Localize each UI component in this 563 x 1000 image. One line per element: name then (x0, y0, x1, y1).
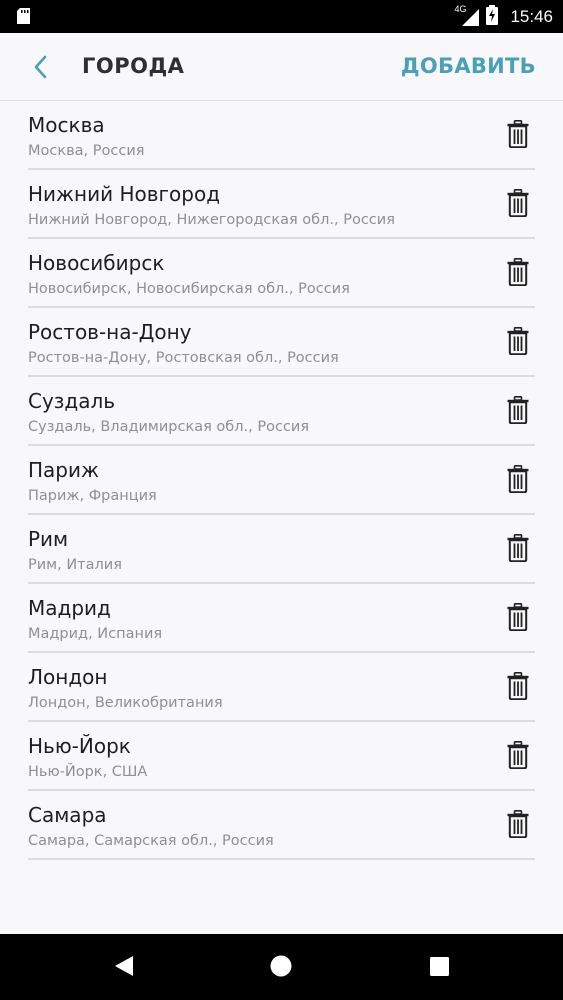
delete-button[interactable] (507, 810, 529, 839)
sd-card-icon (17, 8, 30, 28)
delete-button[interactable] (507, 534, 529, 563)
city-name: Лондон (28, 665, 108, 689)
city-detail: Рим, Италия (28, 557, 122, 573)
list-item[interactable]: Париж Париж, Франция (28, 446, 535, 515)
trash-icon (507, 603, 529, 635)
trash-icon (507, 258, 529, 290)
city-detail: Ростов-на-Дону, Ростовская обл., Россия (28, 350, 339, 366)
city-detail: Нижний Новгород, Нижегородская обл., Рос… (28, 212, 395, 228)
city-name: Нижний Новгород (28, 182, 221, 206)
add-city-button[interactable]: ДОБАВИТЬ (401, 54, 536, 78)
delete-button[interactable] (507, 258, 529, 287)
delete-button[interactable] (507, 396, 529, 425)
city-detail: Москва, Россия (28, 143, 145, 159)
delete-button[interactable] (507, 603, 529, 632)
delete-button[interactable] (507, 741, 529, 770)
city-name: Ростов-на-Дону (28, 320, 192, 344)
page-title: ГОРОДА (82, 54, 185, 78)
trash-icon (507, 120, 529, 152)
list-item[interactable]: Мадрид Мадрид, Испания (28, 584, 535, 653)
trash-icon (507, 396, 529, 428)
list-item[interactable]: Ростов-на-Дону Ростов-на-Дону, Ростовская… (28, 308, 535, 377)
clock: 15:46 (510, 6, 553, 26)
city-name: Москва (28, 113, 105, 137)
city-name: Самара (28, 803, 107, 827)
battery-charging-icon (486, 4, 499, 29)
city-name: Новосибирск (28, 251, 165, 275)
city-list: Москва Москва, Россия Нижний Новгород Нижни… (0, 101, 563, 860)
city-detail: Суздаль, Владимирская обл., Россия (28, 419, 310, 435)
delete-button[interactable] (507, 120, 529, 149)
city-name: Париж (28, 458, 100, 482)
city-name: Рим (28, 527, 69, 551)
list-item[interactable]: Нью-Йорк Нью-Йорк, США (28, 722, 535, 791)
delete-button[interactable] (507, 189, 529, 218)
list-item[interactable]: Суздаль Суздаль, Владимирская обл., Росси… (28, 377, 535, 446)
recents-square-icon[interactable] (430, 957, 449, 980)
delete-button[interactable] (507, 465, 529, 494)
home-circle-icon[interactable] (270, 955, 292, 981)
city-name: Суздаль (28, 389, 116, 413)
chevron-left-icon (34, 55, 47, 79)
trash-icon (507, 534, 529, 566)
city-detail: Самара, Самарская обл., Россия (28, 833, 274, 849)
trash-icon (507, 189, 529, 221)
list-item[interactable]: Лондон Лондон, Великобритания (28, 653, 535, 722)
trash-icon (507, 672, 529, 704)
city-detail: Мадрид, Испания (28, 626, 163, 642)
trash-icon (507, 327, 529, 359)
city-detail: Нью-Йорк, США (28, 764, 148, 780)
trash-icon (507, 465, 529, 497)
signal-icon: 4G (454, 4, 480, 27)
list-item[interactable]: Новосибирск Новосибирск, Новосибирская об… (28, 239, 535, 308)
city-detail: Париж, Франция (28, 488, 157, 504)
back-button[interactable] (28, 53, 56, 81)
list-item[interactable]: Рим Рим, Италия (28, 515, 535, 584)
trash-icon (507, 810, 529, 842)
list-item[interactable]: Нижний Новгород Нижний Новгород, Нижегоро… (28, 170, 535, 239)
delete-button[interactable] (507, 327, 529, 356)
list-item[interactable]: Самара Самара, Самарская обл., Россия (28, 791, 535, 860)
city-detail: Лондон, Великобритания (28, 695, 223, 711)
city-name: Мадрид (28, 596, 111, 620)
city-name: Нью-Йорк (28, 734, 131, 758)
trash-icon (507, 741, 529, 773)
city-detail: Новосибирск, Новосибирская обл., Россия (28, 281, 350, 297)
delete-button[interactable] (507, 672, 529, 701)
status-bar: 4G 15:46 (0, 0, 563, 33)
toolbar: ГОРОДА ДОБАВИТЬ (0, 33, 563, 101)
list-item[interactable]: Москва Москва, Россия (28, 101, 535, 170)
navigation-bar (0, 934, 563, 1000)
back-triangle-icon[interactable] (114, 955, 134, 981)
